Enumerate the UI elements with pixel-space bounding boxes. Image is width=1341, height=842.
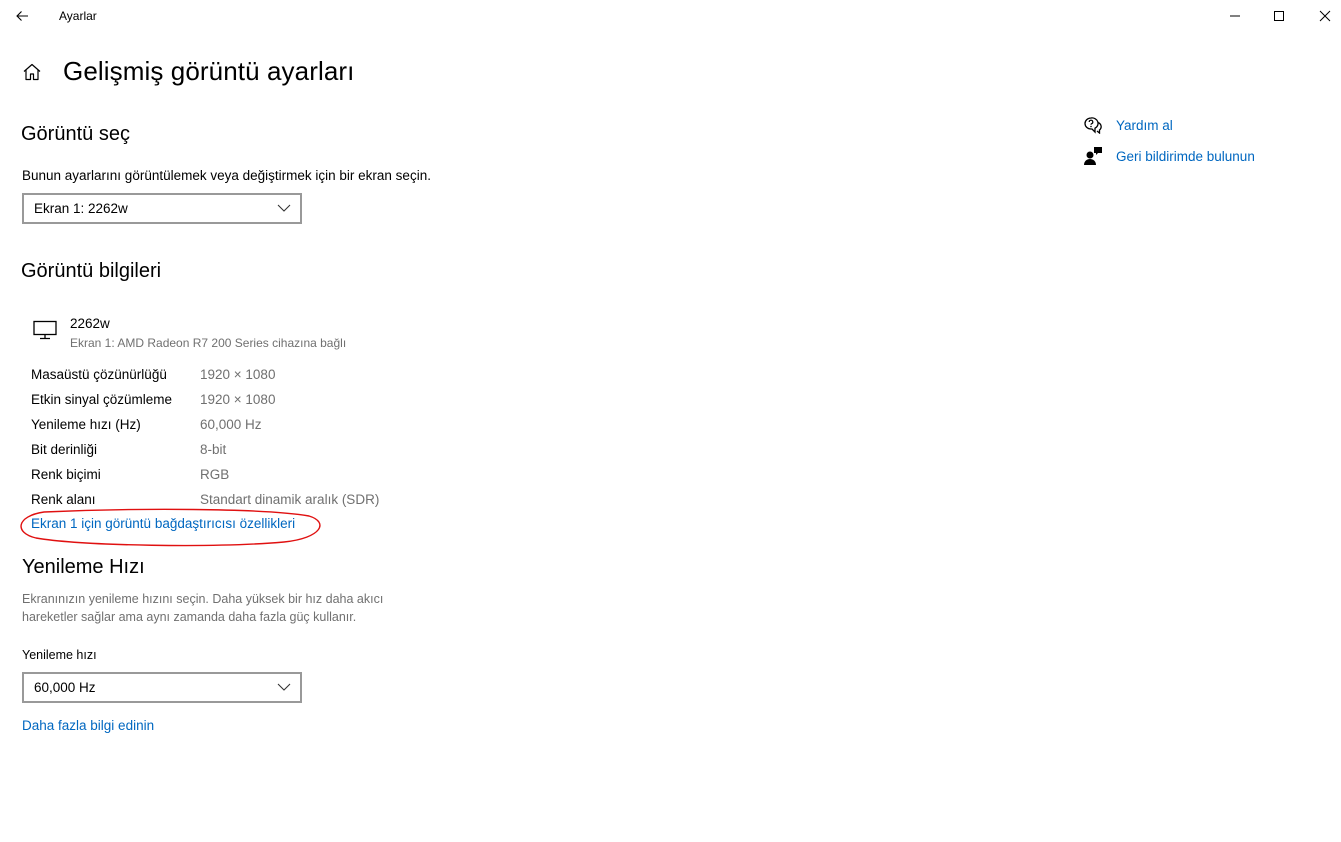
minimize-icon bbox=[1230, 15, 1240, 16]
help-icon bbox=[1082, 115, 1104, 135]
info-label-refresh-rate: Yenileme hızı (Hz) bbox=[31, 417, 141, 432]
adapter-properties-link[interactable]: Ekran 1 için görüntü bağdaştırıcısı özel… bbox=[31, 516, 295, 531]
app-title: Ayarlar bbox=[59, 9, 97, 23]
refresh-rate-dropdown-value: 60,000 Hz bbox=[34, 680, 96, 695]
more-info-link[interactable]: Daha fazla bilgi edinin bbox=[22, 718, 154, 733]
close-icon bbox=[1319, 10, 1331, 21]
maximize-button[interactable] bbox=[1256, 0, 1302, 31]
help-link-label: Yardım al bbox=[1116, 117, 1173, 133]
help-link[interactable]: Yardım al bbox=[1082, 115, 1173, 135]
info-label-active-signal: Etkin sinyal çözümleme bbox=[31, 392, 173, 407]
select-display-heading: Görüntü seç bbox=[21, 123, 130, 145]
info-value-color-format: RGB bbox=[200, 467, 230, 482]
display-info-heading: Görüntü bilgileri bbox=[21, 260, 162, 282]
feedback-link-label: Geri bildirimde bulunun bbox=[1116, 148, 1255, 164]
info-label-bit-depth: Bit derinliği bbox=[31, 442, 98, 457]
monitor-connection: Ekran 1: AMD Radeon R7 200 Series cihazı… bbox=[70, 336, 347, 350]
info-label-color-space: Renk alanı bbox=[31, 492, 96, 507]
info-value-bit-depth: 8-bit bbox=[200, 442, 227, 457]
minimize-button[interactable] bbox=[1212, 0, 1258, 31]
display-dropdown[interactable]: Ekran 1: 2262w bbox=[22, 193, 302, 224]
info-label-color-format: Renk biçimi bbox=[31, 467, 101, 482]
close-button[interactable] bbox=[1302, 0, 1341, 31]
info-label-desktop-resolution: Masaüstü çözünürlüğü bbox=[31, 367, 167, 382]
info-value-refresh-rate: 60,000 Hz bbox=[200, 417, 262, 432]
info-value-color-space: Standart dinamik aralık (SDR) bbox=[200, 492, 380, 507]
info-value-desktop-resolution: 1920 × 1080 bbox=[200, 367, 276, 382]
refresh-rate-heading: Yenileme Hızı bbox=[22, 556, 145, 578]
page-title: Gelişmiş görüntü ayarları bbox=[63, 56, 355, 86]
refresh-rate-label: Yenileme hızı bbox=[22, 648, 97, 662]
chevron-down-icon bbox=[277, 204, 291, 212]
select-display-description: Bunun ayarlarını görüntülemek veya değiş… bbox=[22, 168, 431, 183]
monitor-icon bbox=[33, 320, 57, 340]
monitor-name: 2262w bbox=[70, 316, 110, 331]
maximize-icon bbox=[1274, 10, 1284, 21]
display-dropdown-value: Ekran 1: 2262w bbox=[34, 201, 128, 216]
back-arrow-icon bbox=[16, 11, 28, 21]
feedback-link[interactable]: Geri bildirimde bulunun bbox=[1082, 146, 1255, 166]
feedback-icon bbox=[1082, 146, 1104, 166]
home-button[interactable] bbox=[20, 60, 44, 84]
chevron-down-icon bbox=[277, 683, 291, 691]
back-button[interactable] bbox=[6, 4, 38, 28]
info-value-active-signal: 1920 × 1080 bbox=[200, 392, 276, 407]
refresh-rate-dropdown[interactable]: 60,000 Hz bbox=[22, 672, 302, 703]
home-icon bbox=[23, 63, 41, 81]
refresh-rate-description: Ekranınızın yenileme hızını seçin. Daha … bbox=[22, 592, 384, 624]
